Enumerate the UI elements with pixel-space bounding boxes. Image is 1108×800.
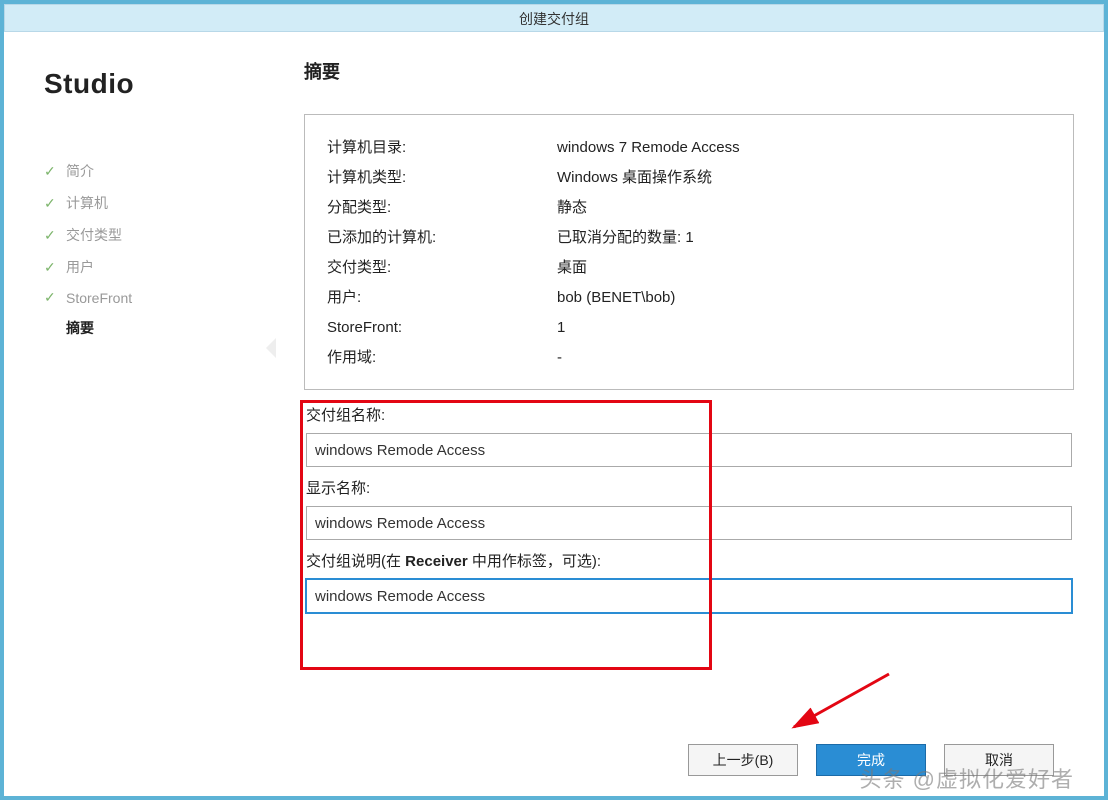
display-name-input[interactable] <box>306 506 1072 540</box>
summary-row-storefront: StoreFront:1 <box>327 313 1051 343</box>
wedge-indicator <box>266 338 276 358</box>
summary-row-users: 用户:bob (BENET\bob) <box>327 283 1051 313</box>
delivery-group-name-input[interactable] <box>306 433 1072 467</box>
studio-logo: Studio <box>44 68 264 100</box>
annotation-arrow <box>779 669 899 744</box>
check-icon: ✓ <box>44 227 58 244</box>
button-row: 上一步(B) 完成 取消 <box>688 744 1054 776</box>
description-label: 交付组说明(在 Receiver 中用作标签，可选): <box>306 550 1072 571</box>
description-input[interactable] <box>306 579 1072 613</box>
check-icon: ✓ <box>44 259 58 276</box>
check-icon: ✓ <box>44 195 58 212</box>
form-section: 交付组名称: 显示名称: 交付组说明(在 Receiver 中用作标签，可选): <box>304 404 1074 613</box>
summary-row-catalog: 计算机目录:windows 7 Remode Access <box>327 133 1051 163</box>
step-users[interactable]: ✓用户 <box>44 251 264 283</box>
step-intro[interactable]: ✓简介 <box>44 155 264 187</box>
step-summary[interactable]: ✓摘要 <box>44 312 264 344</box>
wizard-sidebar: Studio ✓简介 ✓计算机 ✓交付类型 ✓用户 ✓StoreFront ✓摘… <box>24 48 274 786</box>
check-icon: ✓ <box>44 289 58 306</box>
step-delivery-type[interactable]: ✓交付类型 <box>44 219 264 251</box>
window-body: Studio ✓简介 ✓计算机 ✓交付类型 ✓用户 ✓StoreFront ✓摘… <box>4 32 1104 796</box>
window-title: 创建交付组 <box>4 4 1104 32</box>
step-storefront[interactable]: ✓StoreFront <box>44 283 264 312</box>
step-machines[interactable]: ✓计算机 <box>44 187 264 219</box>
page-title: 摘要 <box>304 58 1074 84</box>
summary-row-allocation: 分配类型:静态 <box>327 193 1051 223</box>
display-name-label: 显示名称: <box>306 477 1072 498</box>
cancel-button[interactable]: 取消 <box>944 744 1054 776</box>
delivery-group-name-label: 交付组名称: <box>306 404 1072 425</box>
summary-row-scope: 作用域:- <box>327 343 1051 373</box>
wizard-steps: ✓简介 ✓计算机 ✓交付类型 ✓用户 ✓StoreFront ✓摘要 <box>44 155 264 344</box>
summary-row-machine-type: 计算机类型:Windows 桌面操作系统 <box>327 163 1051 193</box>
check-icon: ✓ <box>44 163 58 180</box>
main-panel: 摘要 计算机目录:windows 7 Remode Access 计算机类型:W… <box>274 48 1084 786</box>
back-button[interactable]: 上一步(B) <box>688 744 798 776</box>
summary-row-delivery-type: 交付类型:桌面 <box>327 253 1051 283</box>
finish-button[interactable]: 完成 <box>816 744 926 776</box>
summary-row-added: 已添加的计算机:已取消分配的数量: 1 <box>327 223 1051 253</box>
summary-box: 计算机目录:windows 7 Remode Access 计算机类型:Wind… <box>304 114 1074 390</box>
